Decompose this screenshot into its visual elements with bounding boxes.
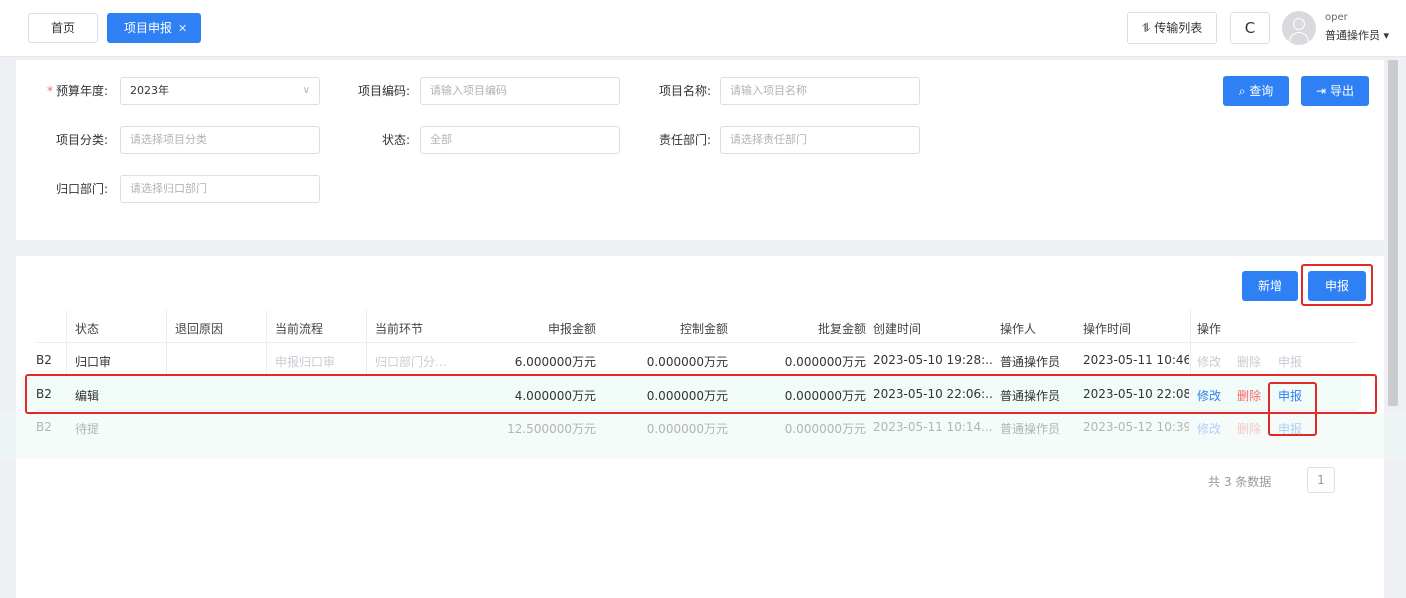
user-name: oper bbox=[1325, 12, 1348, 23]
row-declared: 12.500000万元 bbox=[507, 422, 596, 436]
refresh-button[interactable]: C bbox=[1230, 12, 1270, 44]
col-actions: 操作 bbox=[1197, 322, 1222, 336]
scrollbar[interactable] bbox=[1388, 60, 1398, 406]
transfer-list-button[interactable]: ⥮ 传输列表 bbox=[1127, 12, 1217, 44]
highlight-row-box bbox=[25, 374, 1377, 414]
highlight-declare-button bbox=[1301, 264, 1373, 306]
tab-project-declare[interactable]: 项目申报 ✕ bbox=[107, 13, 201, 43]
row-control: 0.000000万元 bbox=[646, 422, 728, 436]
row-flow: 申报归口审 bbox=[275, 355, 336, 369]
project-code-input[interactable]: 请输入项目编码 bbox=[420, 77, 620, 105]
edit-link[interactable]: 修改 bbox=[1197, 353, 1221, 370]
highlight-declare-link bbox=[1268, 382, 1317, 436]
col-declared: 申报金额 bbox=[547, 322, 596, 336]
export-button[interactable]: ⇥ 导出 bbox=[1301, 76, 1369, 106]
chevron-down-icon: ∨ bbox=[302, 85, 310, 96]
caret-down-icon: ▾ bbox=[1383, 29, 1390, 42]
row-created: 2023-05-10 19:28:... bbox=[873, 353, 993, 367]
row-status: 归口审 bbox=[75, 355, 112, 369]
row-node: 归口部门分… bbox=[375, 355, 448, 369]
user-role: 普通操作员 bbox=[1325, 29, 1380, 42]
project-name-input[interactable]: 请输入项目名称 bbox=[720, 77, 920, 105]
row-operator: 普通操作员 bbox=[1000, 422, 1061, 436]
export-icon: ⇥ bbox=[1316, 84, 1327, 98]
edit-link[interactable]: 修改 bbox=[1197, 420, 1221, 437]
row-control: 0.000000万元 bbox=[646, 355, 728, 369]
resp-dept-label: 责任部门: bbox=[658, 133, 711, 147]
delete-link[interactable]: 删除 bbox=[1237, 353, 1261, 370]
query-button[interactable]: ⌕ 查询 bbox=[1223, 76, 1289, 106]
export-label: 导出 bbox=[1329, 84, 1354, 98]
budget-year-select[interactable]: 2023年 ∨ bbox=[120, 77, 320, 105]
row-id: B2 bbox=[36, 420, 52, 434]
status-select[interactable]: 全部 bbox=[420, 126, 620, 154]
row-status: 待提 bbox=[75, 422, 100, 436]
col-op-time: 操作时间 bbox=[1083, 322, 1132, 336]
row-approved: 0.000000万元 bbox=[784, 422, 866, 436]
user-icon bbox=[1293, 18, 1305, 30]
declare-link[interactable]: 申报 bbox=[1278, 353, 1302, 370]
row-op-time: 2023-05-12 10:39... bbox=[1083, 420, 1189, 434]
col-created: 创建时间 bbox=[873, 322, 922, 336]
transfer-label: 传输列表 bbox=[1154, 21, 1203, 35]
row-id: B2 bbox=[36, 353, 52, 367]
row-op-time: 2023-05-11 10:46:... bbox=[1083, 353, 1189, 367]
tab-label: 项目申报 bbox=[124, 21, 173, 35]
col-operator: 操作人 bbox=[1000, 322, 1037, 336]
filter-panel: * 预算年度: 2023年 ∨ 项目编码: 请输入项目编码 项目名称: 请输入项目名… bbox=[16, 60, 1384, 240]
budget-year-label: * 预算年度: bbox=[46, 84, 108, 98]
user-icon-body bbox=[1289, 32, 1309, 45]
col-control: 控制金额 bbox=[679, 322, 728, 336]
owner-dept-select[interactable]: 请选择归口部门 bbox=[120, 175, 320, 203]
user-menu[interactable]: 普通操作员 ▾ bbox=[1325, 27, 1389, 43]
project-name-label: 项目名称: bbox=[658, 84, 711, 98]
col-flow: 当前流程 bbox=[275, 322, 324, 336]
col-approved: 批复金额 bbox=[817, 322, 866, 336]
project-code-label: 项目编码: bbox=[357, 84, 410, 98]
col-reason: 退回原因 bbox=[175, 322, 224, 336]
category-label: 项目分类: bbox=[55, 133, 108, 147]
top-bar: 首页 项目申报 ✕ ⥮ 传输列表 C oper 普通操作员 ▾ bbox=[0, 0, 1406, 57]
col-status: 状态 bbox=[75, 322, 100, 336]
status-label: 状态: bbox=[381, 133, 410, 147]
pager-page-button[interactable]: 1 bbox=[1307, 467, 1335, 493]
row-declared: 6.000000万元 bbox=[514, 355, 596, 369]
query-label: 查询 bbox=[1249, 84, 1274, 98]
row-divider bbox=[36, 342, 1356, 343]
avatar[interactable] bbox=[1282, 11, 1316, 45]
pager-total: 共 3 条数据 bbox=[1208, 475, 1272, 489]
row-approved: 0.000000万元 bbox=[784, 355, 866, 369]
add-button[interactable]: 新增 bbox=[1242, 271, 1298, 301]
tab-home[interactable]: 首页 bbox=[28, 13, 98, 43]
resp-dept-select[interactable]: 请选择责任部门 bbox=[720, 126, 920, 154]
row-created: 2023-05-11 10:14... bbox=[873, 420, 993, 434]
search-icon: ⌕ bbox=[1238, 84, 1246, 98]
category-select[interactable]: 请选择项目分类 bbox=[120, 126, 320, 154]
owner-dept-label: 归口部门: bbox=[55, 182, 108, 196]
refresh-icon: C bbox=[1244, 19, 1256, 37]
transfer-icon: ⥮ bbox=[1141, 21, 1151, 35]
delete-link[interactable]: 删除 bbox=[1237, 420, 1261, 437]
col-node: 当前环节 bbox=[375, 322, 424, 336]
row-operator: 普通操作员 bbox=[1000, 355, 1061, 369]
close-icon[interactable]: ✕ bbox=[178, 22, 187, 35]
